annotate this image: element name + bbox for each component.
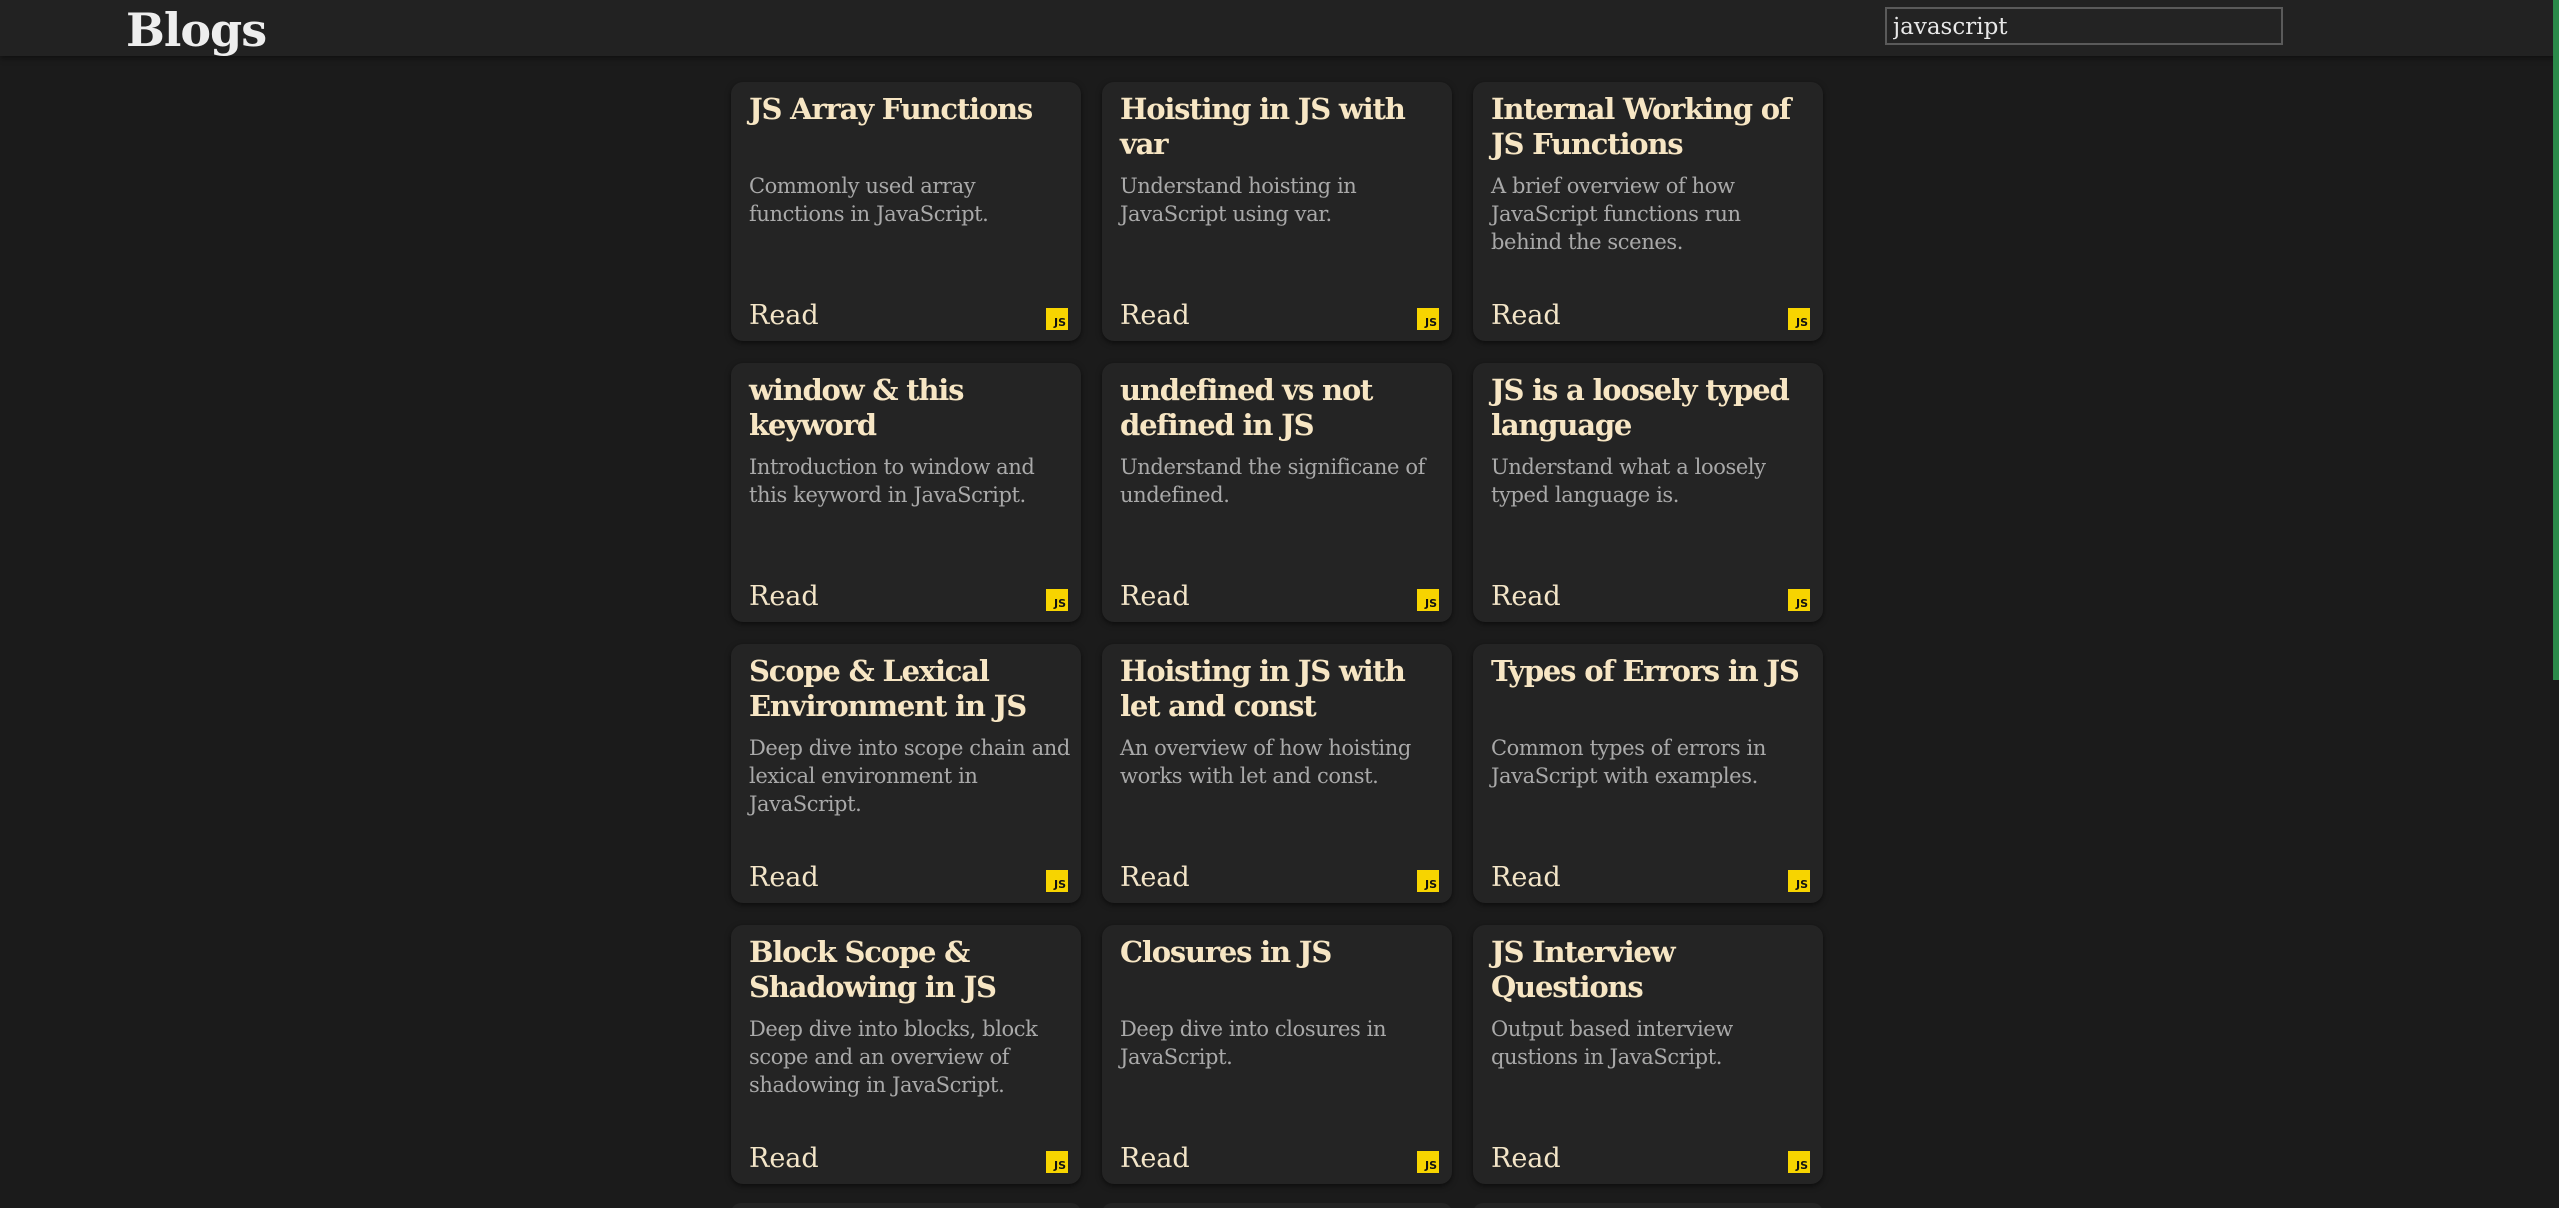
card-description: Deep dive into blocks, block scope and a… [749, 1017, 1038, 1097]
js-icon: JS [1417, 308, 1439, 330]
next-row-card-edge [1473, 1203, 1823, 1208]
card-description: Introduction to window and this keyword … [749, 455, 1035, 507]
blog-card: window & this keyword Introduction to wi… [731, 363, 1081, 622]
js-icon: JS [1788, 1151, 1810, 1173]
next-row-card-edge [731, 1203, 1081, 1208]
blog-card: Internal Working of JS Functions A brief… [1473, 82, 1823, 341]
blog-card-grid: JS Array Functions Commonly used array f… [731, 82, 1823, 1184]
read-link[interactable]: Read [1120, 861, 1190, 895]
blog-card: undefined vs not defined in JS Understan… [1102, 363, 1452, 622]
card-description: Commonly used array functions in JavaScr… [749, 174, 989, 226]
blog-card: Closures in JS Deep dive into closures i… [1102, 925, 1452, 1184]
card-description: Deep dive into closures in JavaScript. [1120, 1017, 1387, 1069]
js-icon: JS [1046, 1151, 1068, 1173]
card-description: Output based interview qustions in JavaS… [1491, 1017, 1733, 1069]
card-description: Understand the significane of undefined. [1120, 455, 1425, 507]
read-link[interactable]: Read [1491, 1142, 1561, 1176]
read-link[interactable]: Read [749, 299, 819, 333]
card-description: An overview of how hoisting works with l… [1120, 736, 1411, 788]
blog-card: JS is a loosely typed language Understan… [1473, 363, 1823, 622]
blog-card: Hoisting in JS with var Understand hoist… [1102, 82, 1452, 341]
card-title: Hoisting in JS with var [1120, 92, 1406, 161]
card-title: Hoisting in JS with let and const [1120, 654, 1406, 723]
read-link[interactable]: Read [749, 1142, 819, 1176]
js-icon: JS [1046, 589, 1068, 611]
read-link[interactable]: Read [1491, 580, 1561, 614]
card-title: JS Interview Questions [1491, 935, 1676, 1004]
js-icon: JS [1417, 870, 1439, 892]
card-title: JS Array Functions [749, 92, 1033, 126]
blog-card: JS Array Functions Commonly used array f… [731, 82, 1081, 341]
card-description: Common types of errors in JavaScript wit… [1491, 736, 1766, 788]
js-icon: JS [1788, 870, 1810, 892]
card-description: Understand what a loosely typed language… [1491, 455, 1766, 507]
blog-card: JS Interview Questions Output based inte… [1473, 925, 1823, 1184]
read-link[interactable]: Read [1491, 861, 1561, 895]
js-icon: JS [1046, 870, 1068, 892]
blog-card: Types of Errors in JS Common types of er… [1473, 644, 1823, 903]
top-navbar: Blogs [0, 0, 2559, 57]
card-description: Understand hoisting in JavaScript using … [1120, 174, 1357, 226]
card-title: Types of Errors in JS [1491, 654, 1800, 688]
card-title: Internal Working of JS Functions [1491, 92, 1791, 161]
read-link[interactable]: Read [1120, 580, 1190, 614]
blog-card: Block Scope & Shadowing in JS Deep dive … [731, 925, 1081, 1184]
read-link[interactable]: Read [1120, 299, 1190, 333]
card-title: Closures in JS [1120, 935, 1332, 969]
card-title: Block Scope & Shadowing in JS [749, 935, 997, 1004]
js-icon: JS [1417, 589, 1439, 611]
card-title: window & this keyword [749, 373, 964, 442]
next-row-card-edge [1102, 1203, 1452, 1208]
js-icon: JS [1788, 589, 1810, 611]
js-icon: JS [1788, 308, 1810, 330]
card-title: Scope & Lexical Environment in JS [749, 654, 1027, 723]
read-link[interactable]: Read [749, 580, 819, 614]
js-icon: JS [1417, 1151, 1439, 1173]
card-title: undefined vs not defined in JS [1120, 373, 1373, 442]
blog-card: Scope & Lexical Environment in JS Deep d… [731, 644, 1081, 903]
scrollbar-thumb[interactable] [2553, 0, 2559, 680]
card-title: JS is a loosely typed language [1491, 373, 1790, 442]
read-link[interactable]: Read [1491, 299, 1561, 333]
search-input[interactable] [1885, 7, 2283, 45]
card-description: A brief overview of how JavaScript funct… [1491, 174, 1741, 254]
js-icon: JS [1046, 308, 1068, 330]
card-description: Deep dive into scope chain and lexical e… [749, 736, 1070, 816]
read-link[interactable]: Read [749, 861, 819, 895]
blog-card: Hoisting in JS with let and const An ove… [1102, 644, 1452, 903]
read-link[interactable]: Read [1120, 1142, 1190, 1176]
site-title[interactable]: Blogs [126, 0, 267, 60]
